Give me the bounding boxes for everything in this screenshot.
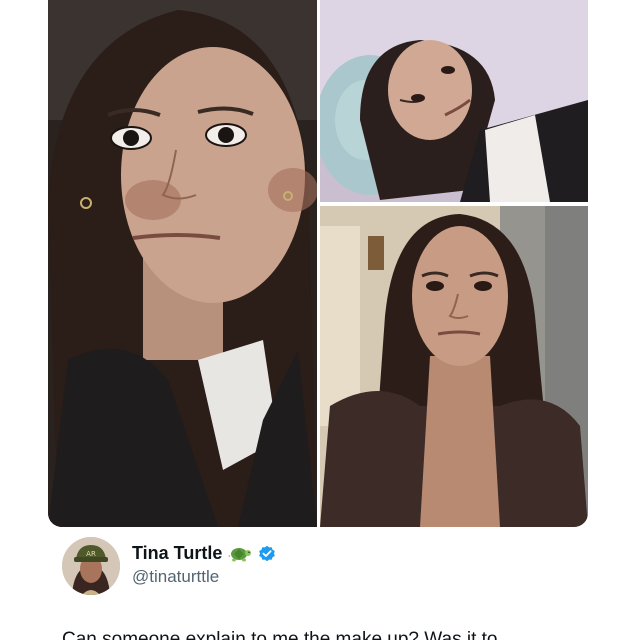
photo-1-illustration bbox=[48, 0, 317, 527]
tweet-author-header: AR Tina Turtle @tinaturttle bbox=[62, 537, 462, 597]
tweet-media-grid bbox=[48, 0, 588, 527]
author-name-row: Tina Turtle bbox=[132, 543, 276, 564]
author-display-name[interactable]: Tina Turtle bbox=[132, 543, 222, 564]
photo-3-illustration bbox=[320, 206, 588, 527]
photo-2-illustration bbox=[320, 0, 588, 202]
verified-badge-icon bbox=[258, 545, 276, 563]
tweet-photo-2[interactable] bbox=[320, 0, 588, 202]
tweet-photo-3[interactable] bbox=[320, 206, 588, 527]
tweet-photo-1[interactable] bbox=[48, 0, 317, 527]
avatar-illustration: AR bbox=[62, 537, 120, 595]
svg-text:AR: AR bbox=[86, 550, 96, 558]
turtle-icon bbox=[228, 545, 252, 563]
author-handle[interactable]: @tinaturttle bbox=[132, 567, 219, 587]
tweet-card: AR Tina Turtle @tinaturttle Can someone … bbox=[0, 0, 640, 640]
author-avatar[interactable]: AR bbox=[62, 537, 120, 595]
tweet-text: Can someone explain to me the make up? W… bbox=[62, 629, 498, 640]
